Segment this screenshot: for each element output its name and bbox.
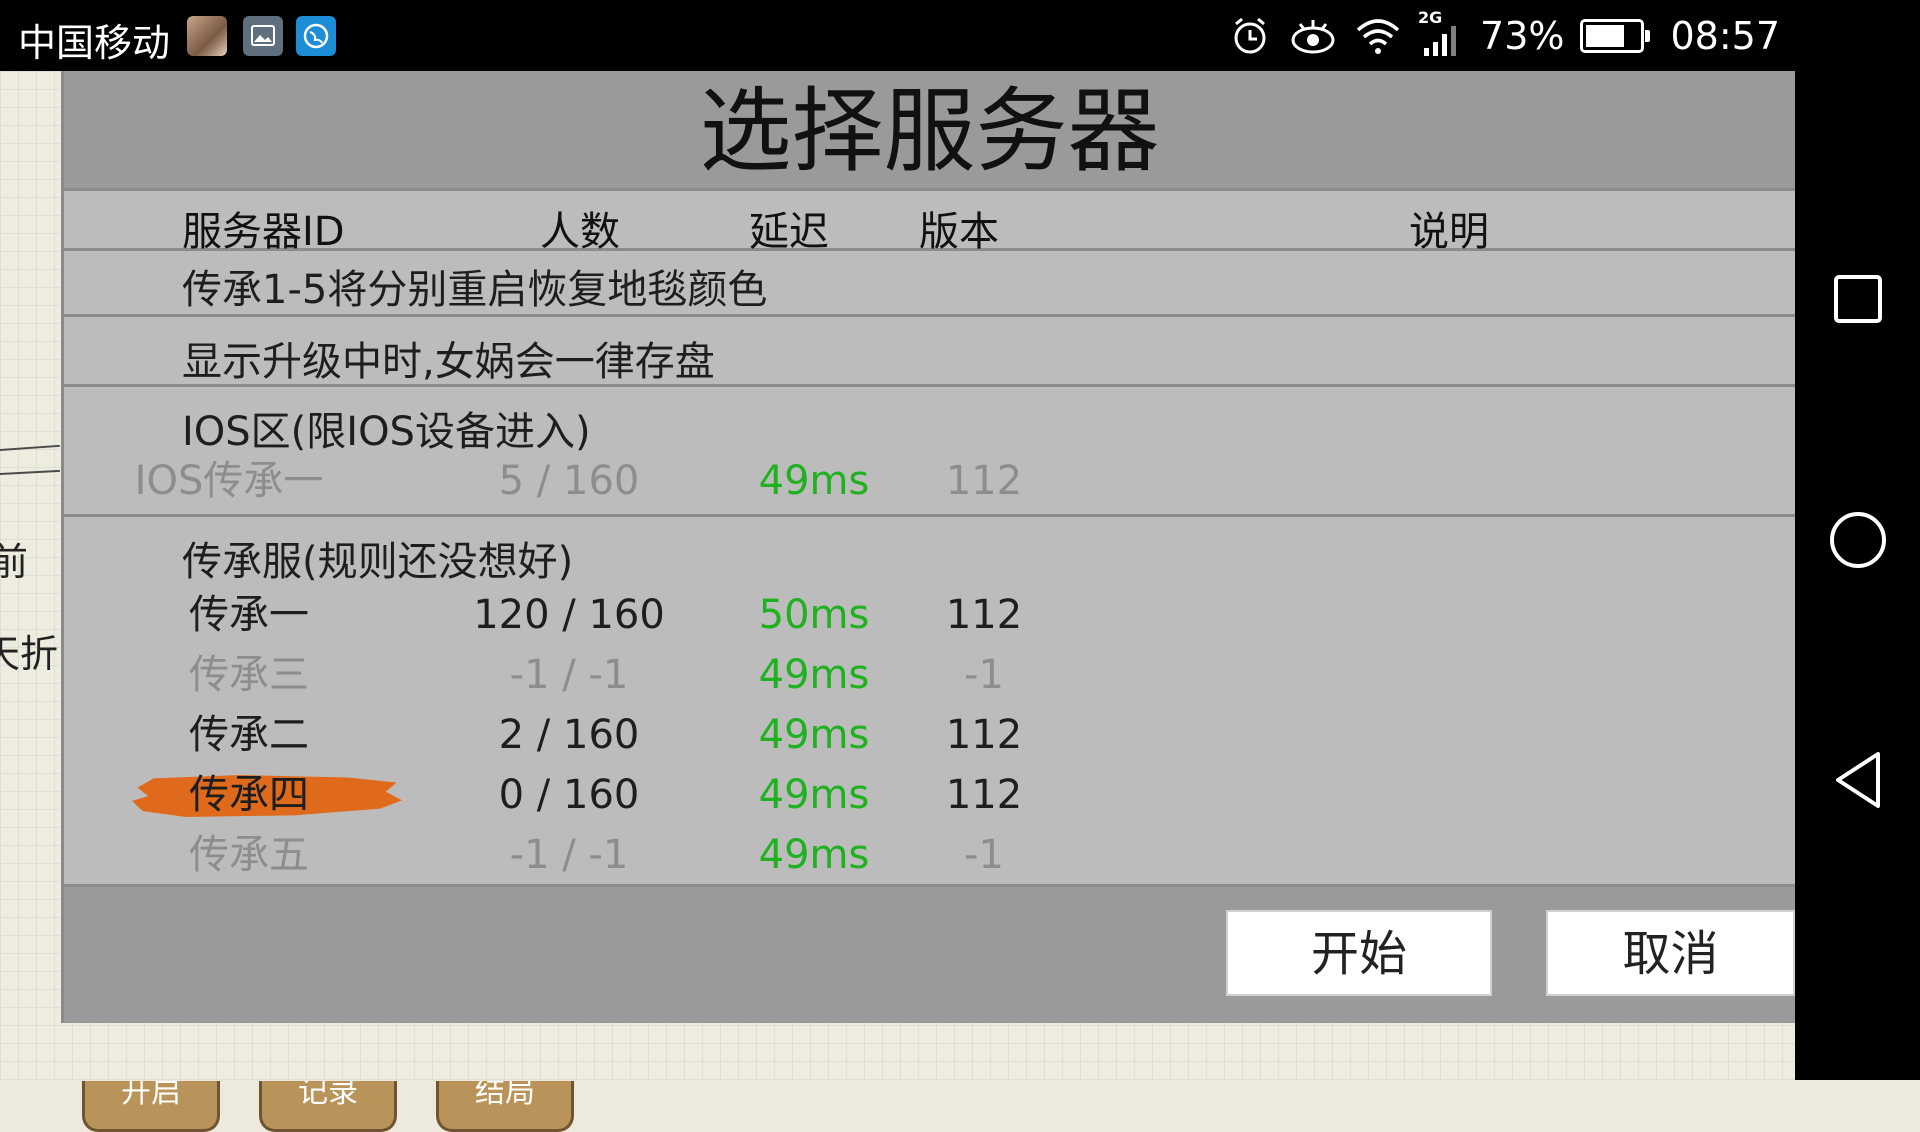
- background-button[interactable]: 记录: [259, 1081, 397, 1132]
- background-line: [0, 444, 60, 451]
- clock: 08:57: [1670, 14, 1780, 58]
- server-version: 112: [945, 772, 1023, 818]
- server-population: -1 / -1: [509, 652, 629, 698]
- notice-row: 显示升级中时,女娲会一律存盘: [64, 317, 1795, 387]
- back-triangle-icon: [1835, 752, 1880, 808]
- notice-text: 显示升级中时,女娲会一律存盘: [182, 339, 715, 385]
- status-bar: 中国移动 2G 73% 08:57: [0, 0, 1920, 71]
- server-id: IOS传承一: [134, 458, 324, 504]
- server-row-selected[interactable]: 传承四 0 / 160 49ms 112: [64, 765, 1795, 825]
- group-title: IOS区(限IOS设备进入): [182, 409, 591, 455]
- server-id: 传承二: [189, 712, 309, 758]
- server-row[interactable]: 传承一 120 / 160 50ms 112: [64, 585, 1795, 645]
- server-row[interactable]: IOS传承一 5 / 160 49ms 112: [64, 451, 1795, 511]
- navigation-bar: [1795, 71, 1920, 1080]
- server-population: 5 / 160: [498, 458, 640, 504]
- notice-text: 传承1-5将分别重启恢复地毯颜色: [182, 267, 768, 313]
- server-version: -1: [964, 652, 1004, 698]
- server-version: 112: [945, 458, 1023, 504]
- battery-icon: [1580, 19, 1651, 53]
- server-population: 2 / 160: [498, 712, 640, 758]
- server-id: 传承四: [189, 772, 309, 818]
- recent-apps-button[interactable]: [1795, 239, 1920, 359]
- battery-percent: 73%: [1480, 14, 1565, 58]
- circle-icon: [1829, 512, 1886, 568]
- server-id: 传承五: [189, 832, 309, 878]
- back-button[interactable]: [1795, 720, 1920, 840]
- alarm-icon: [1234, 17, 1266, 54]
- notice-row: 传承1-5将分别重启恢复地毯颜色: [64, 251, 1795, 317]
- carrier-name: 中国移动: [18, 21, 171, 65]
- server-version: -1: [964, 832, 1004, 878]
- server-id: 传承一: [189, 592, 309, 638]
- dialog-title: 选择服务器: [64, 71, 1795, 191]
- background-line: [0, 469, 60, 475]
- table-header: 服务器ID 人数 延迟 版本 说明: [64, 193, 1795, 255]
- eye-icon: [1291, 20, 1335, 54]
- server-population: 120 / 160: [473, 592, 665, 638]
- status-right: 2G 73% 08:57: [1228, 8, 1780, 62]
- server-select-dialog: 选择服务器 服务器ID 人数 延迟 版本 说明 传承1-5将分别重启恢复地毯颜色…: [61, 71, 1795, 1023]
- column-header-version: 版本: [919, 209, 999, 255]
- background-text: 前: [0, 540, 29, 584]
- column-header-notes: 说明: [1409, 209, 1489, 255]
- dialog-footer: 开始 取消: [64, 884, 1795, 1023]
- gallery-icon: [243, 16, 283, 56]
- column-header-latency: 延迟: [749, 209, 829, 255]
- column-header-id: 服务器ID: [182, 209, 345, 255]
- server-row[interactable]: 传承五 -1 / -1 49ms -1: [64, 825, 1795, 885]
- photo-avatar-icon: [187, 16, 227, 56]
- server-version: 112: [945, 712, 1023, 758]
- group-title: 传承服(规则还没想好): [182, 539, 574, 585]
- server-id: 传承三: [189, 652, 309, 698]
- cancel-button[interactable]: 取消: [1546, 910, 1795, 996]
- server-population: 0 / 160: [498, 772, 640, 818]
- browser-icon: [296, 16, 336, 56]
- start-button[interactable]: 开始: [1226, 910, 1492, 996]
- wifi-icon: [1356, 19, 1400, 54]
- background-text: 天折: [0, 632, 59, 676]
- server-population: -1 / -1: [509, 832, 629, 878]
- signal-icon: 2G: [1418, 8, 1464, 60]
- square-icon: [1833, 275, 1882, 323]
- server-row[interactable]: 传承二 2 / 160 49ms 112: [64, 705, 1795, 765]
- background-button[interactable]: 结局: [436, 1081, 574, 1132]
- background-button[interactable]: 开启: [82, 1081, 220, 1132]
- server-version: 112: [945, 592, 1023, 638]
- server-row[interactable]: 传承三 -1 / -1 49ms -1: [64, 645, 1795, 705]
- column-header-population: 人数: [540, 209, 620, 255]
- server-group-ios: IOS区(限IOS设备进入) IOS传承一 5 / 160 49ms 112: [64, 387, 1795, 517]
- home-button[interactable]: [1795, 480, 1920, 600]
- server-group-inheritance: 传承服(规则还没想好) 传承一 120 / 160 50ms 112 传承三 -…: [64, 517, 1795, 884]
